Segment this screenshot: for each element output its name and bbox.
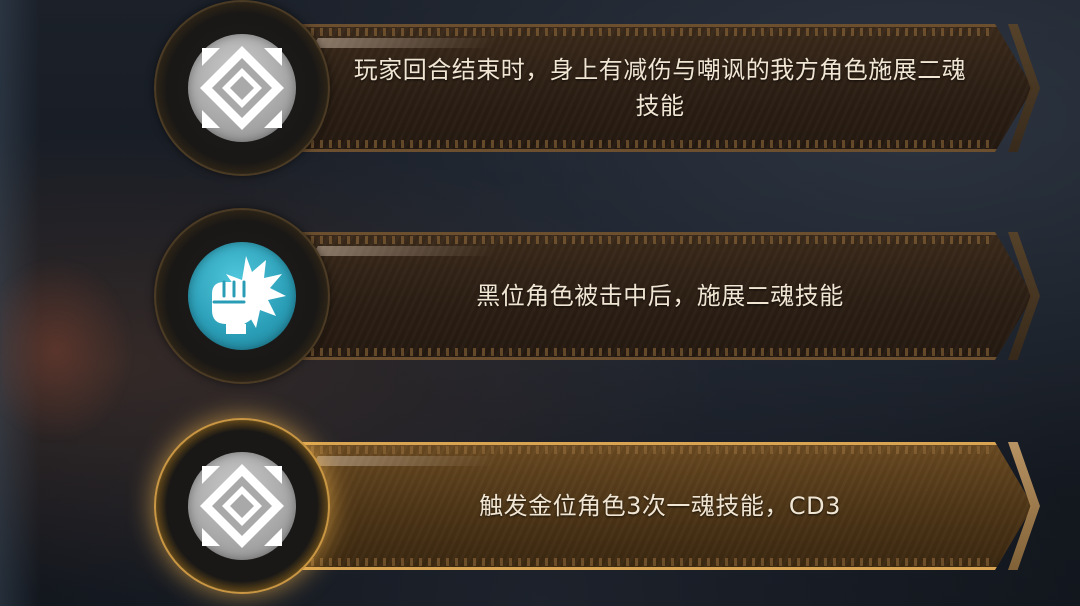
background-character <box>0 250 140 450</box>
diamond-emblem-icon <box>188 452 296 560</box>
option-badge-selected <box>156 420 328 592</box>
trigger-option-3[interactable]: 触发金位角色3次一魂技能，CD3 <box>150 418 1040 598</box>
option-description: 玩家回合结束时，身上有减伤与嘲讽的我方角色施展二魂技能 <box>353 56 967 120</box>
option-badge <box>156 2 328 174</box>
option-description: 黑位角色被击中后，施展二魂技能 <box>476 282 844 310</box>
fist-impact-icon <box>188 242 296 350</box>
option-description: 触发金位角色3次一魂技能，CD3 <box>479 492 841 520</box>
diamond-emblem-icon <box>188 34 296 142</box>
trigger-option-2[interactable]: 黑位角色被击中后，施展二魂技能 <box>150 208 1040 388</box>
option-badge <box>156 210 328 382</box>
trigger-option-1[interactable]: 玩家回合结束时，身上有减伤与嘲讽的我方角色施展二魂技能 <box>150 0 1040 180</box>
